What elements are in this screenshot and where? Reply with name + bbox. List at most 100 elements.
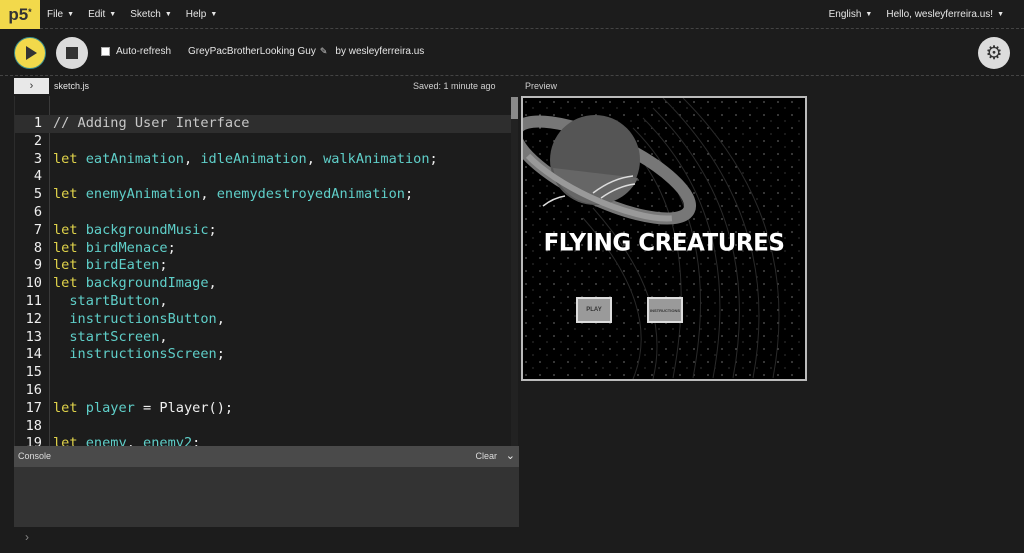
stop-button[interactable] [56, 37, 88, 69]
code-line[interactable]: 15 [15, 364, 512, 382]
code-line[interactable]: 7 let backgroundMusic; [15, 222, 512, 240]
code-token: backgroundImage [85, 275, 209, 292]
preview-canvas[interactable]: FLYING CREATURES PLAY INSTRUCTIONS [521, 96, 807, 381]
code-line[interactable]: 5 let enemyAnimation, enemydestroyedAnima… [15, 186, 512, 204]
chevron-down-icon[interactable]: ⌄ [506, 449, 515, 462]
line-text: let backgroundMusic; [42, 222, 217, 240]
code-line[interactable]: 1 // Adding User Interface [15, 115, 512, 133]
code-line[interactable]: 14 instructionsScreen; [15, 346, 512, 364]
code-line[interactable]: 12 instructionsButton, [15, 311, 512, 329]
menu-edit[interactable]: Edit ▼ [88, 9, 116, 20]
caret-down-icon: ▼ [109, 11, 117, 18]
code-token: , [159, 292, 168, 309]
code-editor[interactable]: 1// Adding User Interface 2 3 let eatAnimat… [14, 96, 519, 446]
line-text: let player = Player(); [42, 400, 233, 418]
menu-sketch[interactable]: Sketch ▼ [130, 9, 172, 20]
line-number: 11 [25, 292, 42, 309]
line-text: instructionsScreen; [42, 346, 225, 364]
caret-down-icon: ▼ [865, 11, 873, 18]
game-play-button[interactable]: PLAY [576, 297, 612, 323]
code-token: let [53, 150, 86, 167]
code-token: let [53, 186, 86, 203]
logo-text: p5 [8, 4, 29, 24]
code-token: birdMenace [85, 239, 168, 256]
code-token: enemyAnimation [85, 186, 201, 203]
main-menu: File ▼ Edit ▼ Sketch ▼ Help ▼ [47, 0, 217, 29]
code-token: , [126, 435, 144, 446]
autorefresh-toggle[interactable]: Auto-refresh [101, 46, 171, 57]
code-token: let [53, 435, 86, 446]
user-greeting: Hello, wesleyferreira.us! [886, 9, 994, 20]
editor-scrollbar-thumb[interactable] [511, 97, 518, 119]
code-token: ; [404, 186, 414, 203]
user-menu[interactable]: Hello, wesleyferreira.us! ▼ [886, 9, 1004, 20]
code-token: // Adding User Interface [53, 115, 250, 131]
menu-file[interactable]: File ▼ [47, 9, 74, 20]
language-selector[interactable]: English ▼ [829, 9, 873, 20]
console-header: Console Clear ⌄ [14, 446, 519, 467]
p5-logo[interactable]: p5 * [0, 0, 40, 29]
code-token: ; [167, 239, 176, 256]
language-label: English [828, 9, 862, 20]
line-text: startScreen, [42, 329, 167, 347]
line-number: 2 [33, 132, 42, 149]
menu-help[interactable]: Help ▼ [186, 9, 218, 20]
code-token: ; [159, 257, 168, 274]
code-line[interactable]: 11 startButton, [15, 293, 512, 311]
code-line[interactable]: 18 [15, 418, 512, 436]
code-token: , [183, 150, 201, 167]
code-token: enemy2 [143, 435, 193, 446]
line-text [42, 133, 53, 151]
line-text: let birdMenace; [42, 240, 176, 258]
code-token: instructionsButton [69, 310, 217, 327]
chevron-right-icon: › [29, 80, 34, 92]
line-number: 10 [25, 275, 42, 292]
line-text [42, 364, 53, 382]
sketch-author[interactable]: by wesleyferreira.us [335, 46, 424, 57]
line-text [42, 382, 53, 400]
line-number: 4 [33, 168, 42, 185]
pencil-icon[interactable]: ✎ [320, 46, 328, 57]
sidebar-toggle-button[interactable]: › [14, 78, 49, 94]
settings-button[interactable]: ⚙ [978, 37, 1010, 69]
code-token: let [53, 239, 86, 256]
code-line[interactable]: 6 [15, 204, 512, 222]
console-prompt-icon[interactable]: › [25, 530, 29, 544]
editor-scrollbar-track[interactable] [511, 97, 518, 446]
line-text: let enemyAnimation, enemydestroyedAnimat… [42, 186, 413, 204]
sketch-name[interactable]: GreyPacBrotherLooking Guy [188, 46, 316, 57]
play-button[interactable] [14, 37, 46, 69]
code-lines[interactable]: 1// Adding User Interface 2 3 let eatAnimat… [15, 115, 512, 446]
code-line[interactable]: 4 [15, 168, 512, 186]
line-text: // Adding User Interface [42, 115, 249, 133]
code-line[interactable]: 9 let birdEaten; [15, 257, 512, 275]
code-line[interactable]: 8 let birdMenace; [15, 240, 512, 258]
code-token: birdEaten [85, 257, 160, 274]
line-text: let birdEaten; [42, 257, 168, 275]
console-clear-button[interactable]: Clear [475, 451, 497, 461]
game-instructions-button[interactable]: INSTRUCTIONS [647, 297, 683, 323]
line-number: 3 [33, 150, 42, 167]
code-line[interactable]: 3 let eatAnimation, idleAnimation, walkAn… [15, 151, 512, 169]
code-line[interactable]: 2 [15, 133, 512, 151]
autorefresh-checkbox[interactable] [101, 47, 110, 56]
code-line[interactable]: 16 [15, 382, 512, 400]
code-token: , [216, 310, 225, 327]
code-token: instructionsScreen [69, 346, 217, 363]
line-number: 15 [25, 364, 42, 381]
code-line[interactable]: 10 let backgroundImage, [15, 275, 512, 293]
line-text [42, 168, 53, 186]
menu-edit-label: Edit [88, 9, 106, 20]
code-line[interactable]: 13 startScreen, [15, 329, 512, 347]
code-line[interactable]: 19 let enemy, enemy2; [15, 435, 512, 446]
line-number: 16 [25, 381, 42, 398]
code-token: startButton [69, 292, 160, 309]
stop-icon [66, 47, 78, 59]
line-text: let enemy, enemy2; [42, 435, 200, 446]
code-line[interactable]: 17 let player = Player(); [15, 400, 512, 418]
line-number: 13 [25, 328, 42, 345]
line-number: 7 [33, 221, 42, 238]
caret-down-icon: ▼ [210, 11, 218, 18]
